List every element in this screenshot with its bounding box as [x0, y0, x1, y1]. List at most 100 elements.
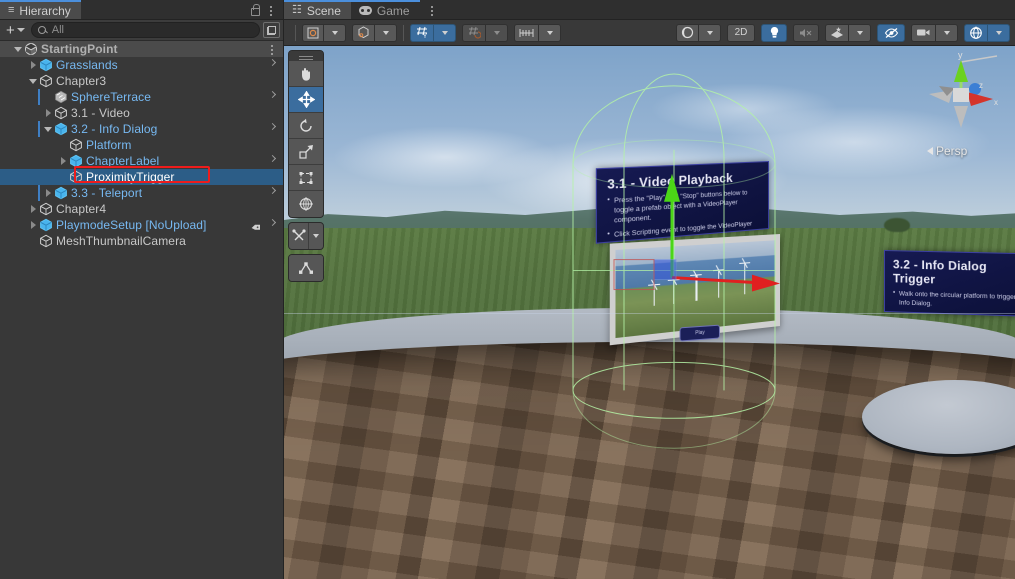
hierarchy-tab-icons — [243, 0, 283, 19]
open-prefab-chevron-icon[interactable] — [268, 90, 277, 99]
grid-axis-button[interactable]: Y — [410, 23, 456, 42]
kebab-menu-icon[interactable] — [267, 43, 277, 55]
hierarchy-row[interactable]: Chapter4 — [0, 201, 283, 217]
lock-icon[interactable] — [250, 4, 260, 16]
2d-toggle-button[interactable]: 2D — [727, 23, 755, 42]
hierarchy-row-label: ChapterLabel — [86, 154, 160, 168]
fx-button[interactable] — [825, 23, 871, 42]
hand-tool[interactable] — [289, 61, 323, 87]
gizmos-button[interactable] — [964, 23, 1010, 42]
audio-toggle-button[interactable] — [793, 23, 819, 42]
shading-mode-button[interactable] — [676, 23, 721, 42]
ruler-icon[interactable] — [514, 23, 539, 42]
grid-snap-icon[interactable] — [462, 23, 486, 42]
tab-hierarchy[interactable]: ≡ Hierarchy — [0, 0, 81, 19]
expand-arrow-icon[interactable] — [27, 201, 39, 217]
info-board-dialog[interactable]: 3.2 - Info Dialog Trigger Walk onto the … — [884, 250, 1015, 318]
transform-tool[interactable] — [289, 191, 323, 217]
hierarchy-row[interactable]: Chapter3 — [0, 73, 283, 89]
hierarchy-row[interactable]: SphereTerrace — [0, 89, 283, 105]
pivot-rotation-dropdown[interactable] — [375, 23, 397, 42]
hierarchy-row[interactable]: PlaymodeSetup [NoUpload] — [0, 217, 283, 233]
open-in-new-window-icon[interactable] — [263, 22, 280, 38]
hierarchy-row[interactable]: StartingPoint — [0, 41, 283, 57]
hierarchy-row[interactable]: Platform — [0, 137, 283, 153]
expand-arrow-icon[interactable] — [57, 153, 69, 169]
scene-viewport[interactable]: 3.1 - Video Playback Press the "Play" an… — [284, 46, 1015, 579]
hierarchy-row[interactable]: MeshThumbnailCamera — [0, 233, 283, 249]
open-prefab-chevron-icon[interactable] — [268, 58, 277, 67]
snap-settings-tool[interactable] — [289, 255, 323, 281]
shaded-sphere-icon[interactable] — [676, 23, 699, 42]
tools-drag-handle[interactable] — [289, 51, 323, 61]
prefab-cube-icon — [55, 186, 67, 200]
tab-scene[interactable]: ☷ Scene — [284, 0, 351, 19]
scene-toolbar: Y 2D — [284, 20, 1015, 46]
open-prefab-chevron-icon[interactable] — [268, 154, 277, 163]
fx-dropdown[interactable] — [849, 23, 871, 42]
expand-arrow-icon[interactable] — [42, 185, 54, 201]
create-button[interactable]: + — [3, 22, 28, 39]
kebab-menu-icon[interactable] — [427, 4, 437, 16]
move-tool[interactable] — [289, 87, 323, 113]
scale-tool[interactable] — [289, 139, 323, 165]
pivot-center-icon[interactable] — [302, 23, 324, 42]
expand-arrow-icon[interactable] — [27, 57, 39, 73]
expand-arrow-icon[interactable] — [42, 105, 54, 121]
pivot-mode-dropdown[interactable] — [324, 23, 346, 42]
tree-clump — [884, 218, 910, 232]
twisty-placeholder — [42, 89, 54, 105]
scene-visibility-button[interactable] — [877, 23, 905, 42]
hierarchy-row-label: Chapter4 — [56, 202, 107, 216]
global-local-icon[interactable] — [352, 23, 375, 42]
video-screen-content — [615, 240, 776, 339]
scene-view-gizmo[interactable]: y z x Persp — [909, 48, 1009, 158]
grid-snap-dropdown[interactable] — [486, 23, 508, 42]
shading-mode-dropdown[interactable] — [699, 23, 721, 42]
grid-axis-y-icon[interactable]: Y — [410, 23, 434, 42]
open-prefab-chevron-icon[interactable] — [268, 218, 277, 227]
pivot-mode-button[interactable] — [302, 23, 346, 42]
open-prefab-chevron-icon[interactable] — [268, 122, 277, 131]
custom-editor-tools-dropdown[interactable] — [309, 223, 323, 249]
twisty-placeholder — [27, 233, 39, 249]
grid-axis-dropdown[interactable] — [434, 23, 456, 42]
rotate-tool[interactable] — [289, 113, 323, 139]
kebab-menu-icon[interactable] — [266, 4, 276, 16]
hierarchy-row[interactable]: Grasslands — [0, 57, 283, 73]
collapse-arrow-icon[interactable] — [42, 121, 54, 137]
scene-panel: ☷ Scene Game Y 2D 3.1 - Video Playback •… — [284, 0, 1015, 579]
hierarchy-row[interactable]: ProximityTrigger — [0, 169, 283, 185]
collapse-arrow-icon[interactable] — [12, 41, 24, 57]
hierarchy-tree[interactable]: StartingPoint Grasslands Chapter3 SphereTer… — [0, 41, 283, 579]
grid-snap-button[interactable] — [462, 23, 508, 42]
hierarchy-row[interactable]: ChapterLabel — [0, 153, 283, 169]
gizmos-globe-icon[interactable] — [964, 23, 988, 42]
gizmos-dropdown[interactable] — [988, 23, 1010, 42]
effects-icon[interactable] — [825, 23, 849, 42]
chevron-down-icon[interactable] — [16, 28, 25, 32]
grid-size-dropdown[interactable] — [539, 23, 561, 42]
hierarchy-row[interactable]: 3.1 - Video — [0, 105, 283, 121]
camera-settings-button[interactable] — [911, 23, 958, 42]
pivot-rotation-button[interactable] — [352, 23, 397, 42]
tab-game[interactable]: Game — [350, 0, 420, 19]
projection-mode-label[interactable]: Persp — [927, 144, 967, 158]
turbine — [653, 285, 655, 307]
camera-icon[interactable] — [911, 23, 936, 42]
expand-arrow-icon[interactable] — [27, 217, 39, 233]
camera-settings-dropdown[interactable] — [936, 23, 958, 42]
open-prefab-chevron-icon[interactable] — [268, 186, 277, 195]
grid-size-button[interactable] — [514, 23, 561, 42]
custom-editor-tools[interactable] — [289, 223, 309, 249]
lightbulb-icon — [770, 26, 778, 38]
search-input[interactable]: All — [30, 22, 260, 38]
hierarchy-row[interactable]: 3.3 - Teleport — [0, 185, 283, 201]
hierarchy-row[interactable]: 3.2 - Info Dialog — [0, 121, 283, 137]
z-axis: z — [969, 81, 983, 95]
tab-hierarchy-label: Hierarchy — [19, 3, 71, 18]
scene-lighting-button[interactable] — [761, 23, 787, 42]
gameobject-type-icon — [54, 122, 68, 136]
rect-tool[interactable] — [289, 165, 323, 191]
collapse-arrow-icon[interactable] — [27, 73, 39, 89]
